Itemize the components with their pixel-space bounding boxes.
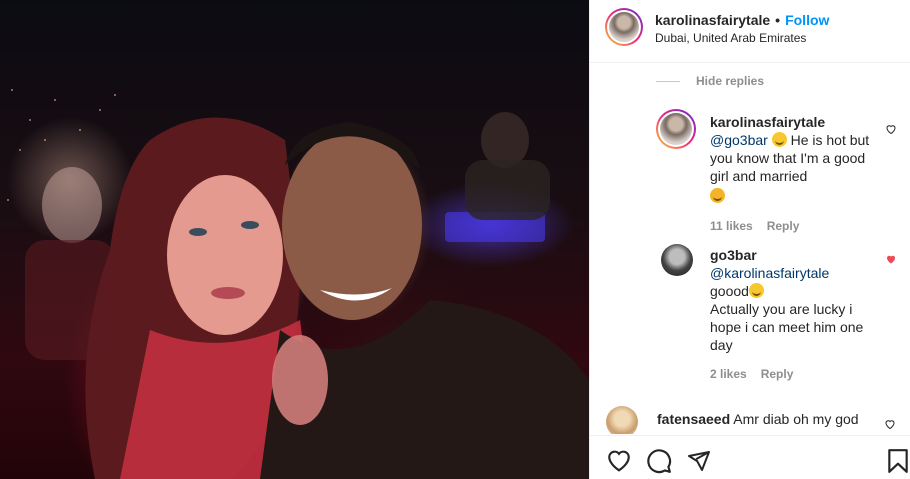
mention-link[interactable]: @karolinasfairytale [710, 265, 829, 281]
reply-comment: go3bar @karolinasfairytale goood Actuall… [661, 244, 910, 389]
separator-dot: • [775, 12, 781, 28]
bookmark-icon[interactable] [887, 448, 909, 474]
reply-button[interactable]: Reply [767, 219, 800, 233]
comment-meta: 2 likes Reply [710, 367, 807, 381]
author-username[interactable]: karolinasfairytale [655, 12, 770, 28]
likes-count[interactable]: 11 likes [710, 219, 753, 233]
comment-text: fatensaeed Amr diab oh my god [657, 410, 897, 428]
post-actions [590, 435, 910, 479]
comment: fatensaeed Amr diab oh my god [606, 406, 910, 434]
likes-count[interactable]: 2 likes [710, 367, 747, 381]
photo-scene [7, 89, 589, 479]
heart-filled-icon[interactable] [885, 253, 897, 265]
comments-panel: karolinasfairytale • Follow Dubai, United … [589, 0, 910, 479]
author-avatar[interactable] [605, 8, 643, 46]
kiss-emoji-icon [710, 188, 725, 203]
divider-line [656, 80, 680, 82]
comment-text: karolinasfairytale @go3bar He is hot but… [710, 113, 870, 205]
comment-message: Amr diab oh my god [733, 411, 859, 427]
location-link[interactable]: Dubai, United Arab Emirates [655, 31, 806, 45]
grin-emoji-icon [771, 132, 787, 147]
comment-username[interactable]: go3bar [710, 246, 880, 264]
follow-button[interactable]: Follow [785, 12, 829, 28]
heart-outline-icon[interactable] [885, 123, 897, 135]
share-icon[interactable] [686, 449, 712, 473]
post-header: karolinasfairytale • Follow Dubai, United … [590, 0, 910, 63]
heart-icon[interactable] [606, 448, 632, 472]
comment-icon[interactable] [646, 448, 672, 474]
comment-meta: 11 likes Reply [710, 219, 813, 233]
laugh-emoji-icon [748, 283, 764, 298]
reply-button[interactable]: Reply [761, 367, 794, 381]
comments-list[interactable]: Hide replies karolinasfairytale @go3bar … [590, 64, 910, 434]
hide-replies-button[interactable]: Hide replies [656, 74, 764, 88]
commenter-avatar[interactable] [661, 244, 693, 276]
commenter-avatar[interactable] [656, 109, 696, 149]
comment-username[interactable]: karolinasfairytale [710, 113, 870, 131]
author-line: karolinasfairytale • Follow [655, 12, 829, 28]
commenter-avatar[interactable] [606, 406, 638, 434]
comment-username[interactable]: fatensaeed [657, 411, 730, 427]
reply-comment: karolinasfairytale @go3bar He is hot but… [656, 109, 910, 239]
hide-replies-label: Hide replies [696, 74, 765, 88]
post-photo[interactable] [0, 0, 589, 479]
comment-message-line1: goood [710, 283, 749, 299]
comment-content: @go3bar He is hot but you know that I'm … [710, 131, 870, 185]
mention-link[interactable]: @go3bar [710, 132, 768, 148]
comment-text: go3bar @karolinasfairytale goood Actuall… [710, 246, 880, 354]
comment-message-line2: Actually you are lucky i hope i can meet… [710, 301, 864, 353]
heart-outline-icon[interactable] [884, 418, 896, 430]
